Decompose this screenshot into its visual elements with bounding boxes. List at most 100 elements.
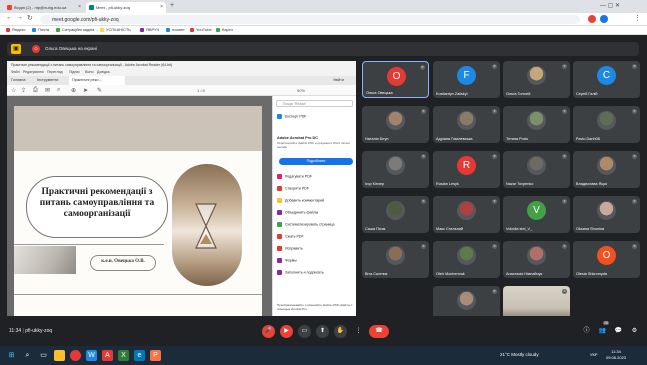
menu-item[interactable]: Перегляд — [47, 70, 63, 74]
reload-icon[interactable]: ↻ — [27, 14, 33, 22]
people-button[interactable]: 👥 — [596, 325, 609, 338]
close-tab-icon[interactable]: × — [78, 4, 81, 10]
bookmark-item[interactable]: Яндекс — [6, 27, 25, 32]
menu-item[interactable]: Вікно — [85, 70, 94, 74]
powerpoint-icon[interactable]: P — [150, 350, 161, 361]
camera-off-button[interactable]: ▶ — [280, 325, 293, 338]
acrobat-tool-item[interactable]: Сжать PDF — [277, 234, 304, 239]
pen-icon[interactable]: ✎ — [97, 87, 102, 94]
bookmark-item[interactable]: планет — [166, 27, 185, 32]
more-options-button[interactable]: ⋮ — [352, 325, 365, 338]
participant-tile[interactable]: ✕ Віта Скотник — [362, 241, 429, 278]
participant-tile[interactable]: ✕ Макс Стальний — [433, 196, 500, 233]
bookmark-item[interactable]: ЯВРУЧ — [140, 27, 159, 32]
bookmark-item[interactable]: YouTube — [190, 27, 212, 32]
participant-tile[interactable]: ✕ Адріана Гомілевська — [433, 106, 500, 143]
participant-tile[interactable]: C ✕ Сергій Галій — [573, 61, 640, 98]
captions-button[interactable]: ▭ — [298, 325, 311, 338]
participant-tile[interactable]: R ✕ Ruslan Lesyk — [433, 151, 500, 188]
profile-avatar[interactable] — [600, 15, 608, 23]
participant-tile[interactable]: ✕ Владислава Яцко — [573, 151, 640, 188]
signin-button[interactable]: Увійти — [333, 78, 344, 82]
upload-icon[interactable]: ⇪ — [21, 87, 26, 94]
participant-photo — [386, 156, 405, 175]
tool-icon — [277, 210, 282, 215]
bookmark-item[interactable]: Почта — [32, 27, 49, 32]
acrobat-tool-item[interactable]: Систематизировать страница — [277, 222, 335, 227]
acrobat-tool-item[interactable]: Заполнить и подписать — [277, 270, 324, 275]
participant-tile[interactable]: ✕ Наталія Бігун — [362, 106, 429, 143]
print-icon[interactable]: ⎙ — [33, 87, 38, 94]
extension-icon[interactable] — [588, 15, 596, 23]
zoom-in-icon[interactable]: ⊕ — [71, 87, 76, 94]
search-icon[interactable]: ⌕ — [22, 350, 33, 361]
window-controls[interactable]: — ▢ ✕ — [600, 2, 620, 9]
search-icon[interactable]: ⌕ — [57, 87, 60, 94]
participant-tile[interactable]: O ✕ Olesia Shkromyda — [573, 241, 640, 278]
participant-tile[interactable]: F ✕ Kostiantyn Zaliskyi — [433, 61, 500, 98]
back-icon[interactable]: ← — [6, 14, 13, 21]
present-button[interactable]: ⬆ — [316, 325, 329, 338]
acrobat-tool-item[interactable]: Редагувати PDF — [277, 174, 312, 179]
info-button[interactable]: ⓘ — [580, 325, 593, 338]
acrobat-tool-item[interactable]: Исправить — [277, 246, 303, 251]
chrome-icon[interactable] — [70, 350, 81, 361]
participant-tile[interactable]: ✕ Ольга Голотій — [503, 61, 570, 98]
acrobat-tool-item[interactable]: Формы — [277, 258, 297, 263]
menu-item[interactable]: Файл — [11, 70, 20, 74]
forward-icon[interactable]: → — [16, 14, 23, 21]
acrobat-tool-item[interactable]: Добавить комментарий — [277, 198, 324, 203]
menu-item[interactable]: Довідка — [97, 70, 110, 74]
system-clock[interactable]: 11:34 09.06.2023 — [606, 349, 626, 361]
participant-tile[interactable]: ✕ Ігор Кінчер — [362, 151, 429, 188]
bookmark-item[interactable]: Карти — [216, 27, 233, 32]
participant-tile[interactable]: ✕ Oksana Shunina — [573, 196, 640, 233]
menu-icon[interactable]: ⋮ — [634, 14, 641, 22]
tab-home[interactable]: Головна — [11, 78, 25, 82]
mic-off-button[interactable]: 🎤 — [262, 325, 275, 338]
tab-meet[interactable]: Meet - pfi-ukky-zoq × — [86, 2, 166, 13]
promo-button[interactable]: Підробнити — [279, 158, 353, 165]
mail-icon[interactable]: ✉ — [45, 87, 50, 94]
participant-tile[interactable]: ✕ Тетяна Proto — [503, 106, 570, 143]
participant-tile[interactable]: О ✕ Ольга Овецька — [362, 61, 429, 98]
participant-tile[interactable]: ✕ Oleh Mocherniuk — [433, 241, 500, 278]
menu-item[interactable]: Редагування — [23, 70, 44, 74]
bookmark-item[interactable]: УСПІШНІСТЬ — [100, 27, 131, 32]
participant-tile[interactable]: ✕ Анастасія Нікіпайчук — [503, 241, 570, 278]
participant-tile[interactable]: V ✕ Volodia stel_V_ — [503, 196, 570, 233]
export-pdf-header[interactable]: Експорт PDF — [277, 114, 307, 119]
edge-icon[interactable]: e — [134, 350, 145, 361]
new-tab-button[interactable]: + — [170, 2, 174, 9]
leave-call-button[interactable]: ☎ — [369, 325, 389, 338]
participant-tile[interactable]: ✕ Саша Пісяк — [362, 196, 429, 233]
weather-widget[interactable]: 21°C Mostly cloudy — [500, 352, 539, 357]
tab-mail[interactable]: Вхідні (2) - ntp@nuhg.edu.ua × — [4, 2, 84, 13]
tab-tools[interactable]: Інструменти — [37, 78, 58, 82]
star-icon[interactable]: ☆ — [11, 87, 16, 94]
task-view-icon[interactable]: ▭ — [38, 350, 49, 361]
page-indicator[interactable]: 1 / 8 — [197, 88, 205, 93]
excel-icon[interactable]: X — [118, 350, 129, 361]
menu-item[interactable]: Підпис — [69, 70, 80, 74]
cursor-icon[interactable]: ➤ — [83, 87, 88, 94]
participant-tile[interactable]: ✕ Pavlo Danh08 — [573, 106, 640, 143]
url-bar[interactable]: meet.google.com/pfi-ukky-zoq — [40, 15, 580, 24]
participant-tile[interactable]: ✕ Nazar Tovpenko — [503, 151, 570, 188]
acrobat-icon[interactable]: A — [102, 350, 113, 361]
language-indicator[interactable]: УКР — [590, 352, 598, 357]
zoom-level[interactable]: 90% — [297, 88, 305, 93]
activities-button[interactable]: ⚙ — [628, 325, 641, 338]
close-tab-icon[interactable]: × — [160, 4, 163, 10]
acrobat-tool-item[interactable]: Створити PDF — [277, 186, 309, 191]
meeting-controls-bar: 11:34 | pfi-ukky-zoq 🎤 ▶ ▭ ⬆ ✋ ⋮ ☎ ⓘ 👥 2… — [0, 316, 647, 346]
bookmark-item[interactable]: Ситуаційні задачі… — [56, 27, 98, 32]
tool-search-input[interactable]: Пошук "Redact" — [276, 100, 353, 107]
windows-start-icon[interactable]: ⊞ — [6, 350, 17, 361]
tab-document[interactable]: Практичні реко… — [69, 76, 125, 85]
raise-hand-button[interactable]: ✋ — [334, 325, 347, 338]
acrobat-tool-item[interactable]: Объединить файлы — [277, 210, 318, 215]
file-explorer-icon[interactable] — [54, 350, 65, 361]
chat-button[interactable]: 💬 — [612, 325, 625, 338]
word-icon[interactable]: W — [86, 350, 97, 361]
